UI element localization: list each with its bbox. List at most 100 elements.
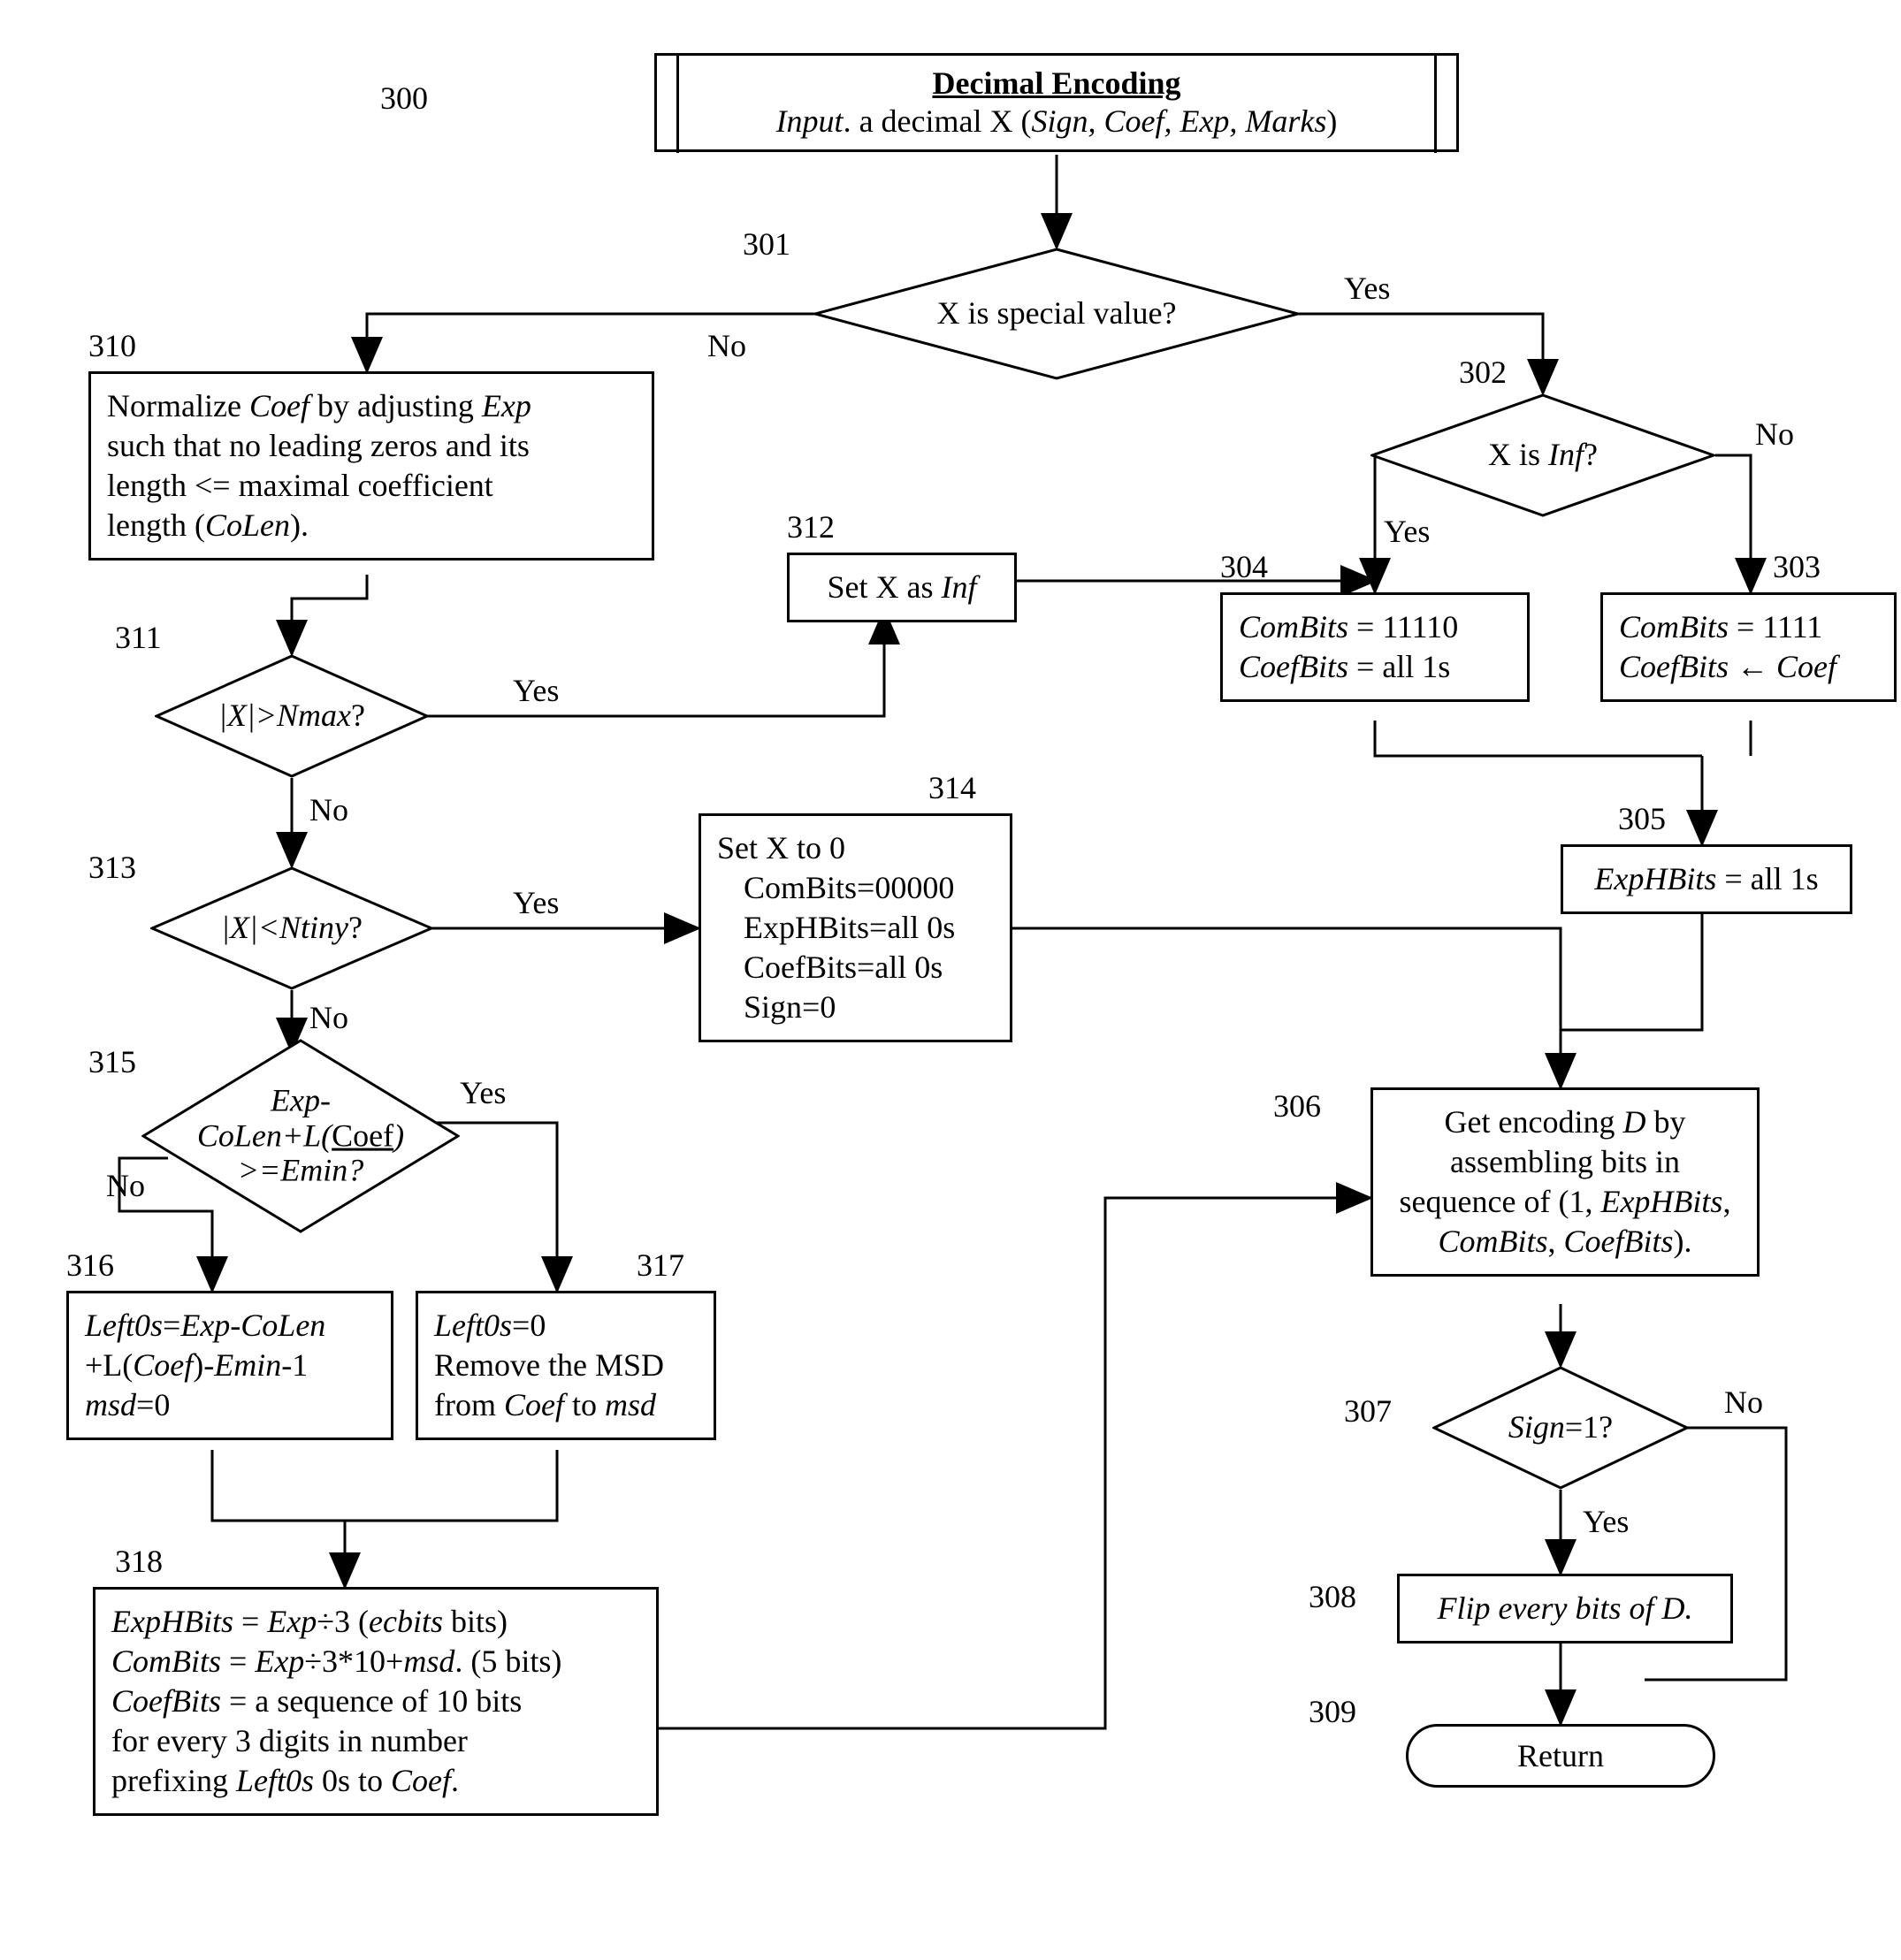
p308-b: D. bbox=[1661, 1590, 1692, 1626]
process-308: Flip every bits of D. bbox=[1397, 1574, 1733, 1644]
p303-arrow: ← bbox=[1729, 649, 1776, 684]
p303-l2c: Coef bbox=[1776, 649, 1836, 684]
p316-l1b: = bbox=[163, 1308, 180, 1343]
p317-l3b: to bbox=[564, 1387, 605, 1422]
d302-pre: X is bbox=[1488, 437, 1548, 472]
p318-l5i: Left0s bbox=[236, 1763, 314, 1798]
d313-q: ? bbox=[348, 910, 363, 945]
p318-l1d: ÷3 ( bbox=[317, 1604, 369, 1639]
d313-a: |X|<Ntiny bbox=[221, 910, 348, 945]
p314-t4: CoefBits=all 0s bbox=[717, 948, 994, 988]
decision-302: X is Inf? bbox=[1370, 393, 1715, 517]
d315-l2u: Coef bbox=[332, 1117, 393, 1153]
start-input-params: Sign, Coef, Exp, Marks bbox=[1031, 103, 1326, 139]
p304-l1b: = 11110 bbox=[1348, 609, 1458, 644]
p310-t3: length <= maximal coefficient bbox=[107, 466, 636, 506]
p310-t4i: CoLen bbox=[205, 507, 290, 543]
label-317: 317 bbox=[637, 1247, 684, 1284]
decision-315: Exp- CoLen+L(Coef) >=Emin? bbox=[141, 1039, 460, 1233]
p316-l2c: Emin bbox=[214, 1347, 281, 1383]
edge-311-no: No bbox=[309, 791, 348, 828]
process-306: Get encoding D by assembling bits in seq… bbox=[1370, 1087, 1760, 1277]
p314-t5: Sign=0 bbox=[717, 988, 994, 1027]
p316-l3b: =0 bbox=[136, 1387, 170, 1422]
p306-t4e: ). bbox=[1674, 1224, 1692, 1259]
decision-311: |X|>Nmax? bbox=[155, 654, 429, 778]
p317-l3i: Coef bbox=[504, 1387, 564, 1422]
label-316: 316 bbox=[66, 1247, 114, 1284]
p316-l2i: Coef bbox=[133, 1347, 193, 1383]
p306-t4i2: CoefBits bbox=[1564, 1224, 1674, 1259]
p318-l1e: ecbits bbox=[369, 1604, 443, 1639]
p317-l3c: msd bbox=[605, 1387, 656, 1422]
d315-l3: >=Emin? bbox=[238, 1153, 364, 1188]
p316-l1c: Exp-CoLen bbox=[180, 1308, 325, 1343]
edge-313-yes: Yes bbox=[513, 884, 559, 921]
p318-l1b: = bbox=[233, 1604, 267, 1639]
edge-307-no: No bbox=[1724, 1384, 1763, 1421]
edge-301-no: No bbox=[707, 327, 746, 364]
process-318: ExpHBits = Exp÷3 (ecbits bits) ComBits =… bbox=[93, 1587, 659, 1816]
p303-l1b: = 1111 bbox=[1729, 609, 1822, 644]
label-308: 308 bbox=[1309, 1578, 1356, 1615]
label-301: 301 bbox=[743, 225, 790, 263]
p318-l2b: = bbox=[221, 1644, 255, 1679]
label-307: 307 bbox=[1344, 1392, 1392, 1430]
d315-l2a: CoLen+L( bbox=[197, 1117, 332, 1153]
p318-l2f: . (5 bits) bbox=[454, 1644, 561, 1679]
p316-l2a: +L( bbox=[85, 1347, 133, 1383]
p310-t1i1: Coef bbox=[249, 388, 309, 423]
p310-t1b: by adjusting bbox=[309, 388, 482, 423]
p318-l2a: ComBits bbox=[111, 1644, 221, 1679]
p317-l1a: Left0s bbox=[434, 1308, 512, 1343]
process-305: ExpHBits = all 1s bbox=[1561, 844, 1852, 914]
p318-l2d: ÷3*10+ bbox=[304, 1644, 403, 1679]
p318-l2c: Exp bbox=[255, 1644, 304, 1679]
decision-307: Sign=1? bbox=[1432, 1366, 1689, 1490]
p318-l3b: = a sequence of 10 bits bbox=[221, 1683, 522, 1719]
label-314: 314 bbox=[928, 769, 976, 806]
p312-b: Inf bbox=[942, 569, 977, 605]
edge-315-no: No bbox=[106, 1167, 145, 1204]
process-317: Left0s=0 Remove the MSD from Coef to msd bbox=[416, 1291, 716, 1440]
decision-301: X is special value? bbox=[813, 248, 1300, 380]
label-303: 303 bbox=[1773, 548, 1821, 585]
label-313: 313 bbox=[88, 849, 136, 886]
terminator-return: Return bbox=[1406, 1724, 1715, 1788]
p303-l2a: CoefBits bbox=[1619, 649, 1729, 684]
label-300: 300 bbox=[380, 80, 428, 117]
p314-t1: Set X to 0 bbox=[717, 828, 994, 868]
p318-l5c: Coef bbox=[391, 1763, 451, 1798]
p312-a: Set X as bbox=[828, 569, 942, 605]
p306-t4i1: ComBits bbox=[1438, 1224, 1547, 1259]
edge-307-yes: Yes bbox=[1583, 1503, 1629, 1540]
label-309: 309 bbox=[1309, 1693, 1356, 1730]
p317-l1b: =0 bbox=[512, 1308, 546, 1343]
d307-b: =1? bbox=[1565, 1409, 1613, 1445]
label-306: 306 bbox=[1273, 1087, 1321, 1125]
label-311: 311 bbox=[115, 619, 162, 656]
p310-t4b: ). bbox=[290, 507, 309, 543]
p306-t1b: by bbox=[1645, 1104, 1685, 1140]
p306-t4m: , bbox=[1548, 1224, 1564, 1259]
process-316: Left0s=Exp-CoLen +L(Coef)-Emin-1 msd=0 bbox=[66, 1291, 393, 1440]
edge-301-yes: Yes bbox=[1344, 270, 1390, 307]
p317-l2: Remove the MSD bbox=[434, 1346, 698, 1385]
d315-l1: Exp- bbox=[271, 1083, 331, 1118]
label-310: 310 bbox=[88, 327, 136, 364]
p304-l1a: ComBits bbox=[1239, 609, 1348, 644]
p304-l2b: = all 1s bbox=[1348, 649, 1450, 684]
d302-inf: Inf bbox=[1548, 437, 1584, 472]
p306-t3a: sequence of (1, bbox=[1400, 1184, 1601, 1219]
p318-l2e: msd bbox=[403, 1644, 454, 1679]
p305-b: = all 1s bbox=[1716, 861, 1818, 896]
start-input-prefix: Input bbox=[776, 103, 844, 139]
edge-302-no: No bbox=[1755, 416, 1794, 453]
d307-a: Sign bbox=[1508, 1409, 1565, 1445]
p318-l1a: ExpHBits bbox=[111, 1604, 233, 1639]
d301-text: X is special value? bbox=[937, 295, 1177, 331]
p310-t1a: Normalize bbox=[107, 388, 249, 423]
p305-a: ExpHBits bbox=[1594, 861, 1716, 896]
p306-t2: assembling bits in bbox=[1389, 1142, 1741, 1182]
p308-a: Flip every bits of bbox=[1438, 1590, 1662, 1626]
